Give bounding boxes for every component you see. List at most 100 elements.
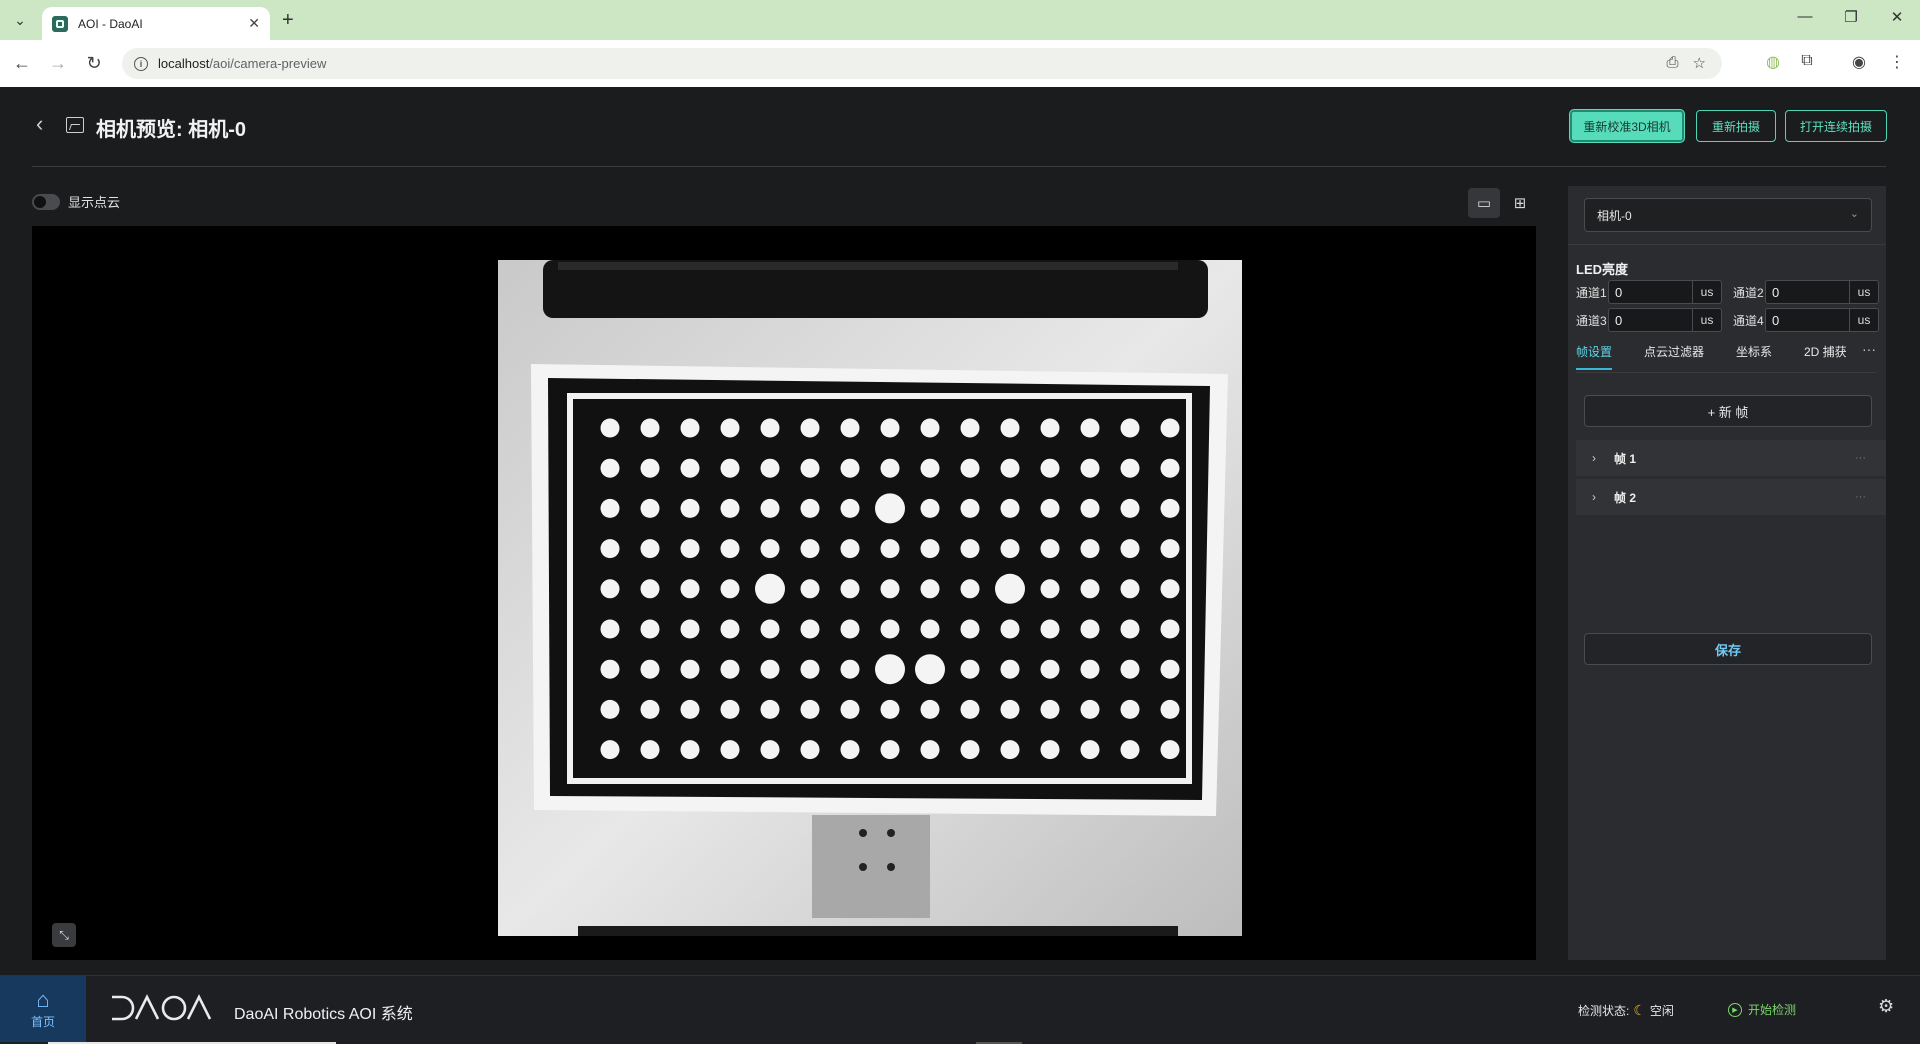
camera-select[interactable]: 相机-0 ⌄ [1584,198,1872,232]
extension-icon[interactable]: ◍ [1762,52,1784,72]
fullscreen-icon[interactable]: ⤡ [52,923,76,947]
recapture-button[interactable]: 重新拍摄 [1696,110,1776,142]
calibration-dot [600,579,620,599]
channel-1-input[interactable]: 0 [1608,280,1692,304]
start-detection-button[interactable]: ▶ 开始检测 [1728,1001,1796,1018]
calibration-dot [600,619,620,639]
back-arrow-icon[interactable]: ← [10,52,34,74]
calibration-dot [1080,619,1100,639]
tab-title: AOI - DaoAI [78,16,143,31]
calibration-dot [960,699,980,719]
browser-tab[interactable]: AOI - DaoAI ✕ [42,7,270,40]
calibration-dot [880,699,900,719]
led-brightness-title: LED亮度 [1576,262,1629,277]
install-app-icon[interactable]: ⎙ [1667,54,1679,72]
profile-icon[interactable]: ◉ [1848,52,1870,72]
window-close-icon[interactable]: ✕ [1882,8,1912,26]
calibration-dot [875,654,905,685]
reload-icon[interactable]: ↻ [82,52,106,74]
calibration-dot [1040,458,1060,478]
calibration-dot [720,498,740,518]
calibration-dot [800,659,820,679]
tab-frame-settings[interactable]: 帧设置 [1576,343,1613,370]
chevron-right-icon[interactable]: › [1582,490,1606,504]
tab-coordinate-system[interactable]: 坐标系 [1736,343,1772,368]
channel-2-input[interactable]: 0 [1765,280,1849,304]
calibration-dot [800,619,820,639]
chevron-right-icon[interactable]: › [1582,451,1606,465]
restore-icon[interactable]: ❐ [1836,8,1866,26]
calibration-dot [680,458,700,478]
calibration-dot [600,498,620,518]
tab-close-icon[interactable]: ✕ [248,15,260,32]
calibration-dot [840,498,860,518]
calibration-dot [760,740,780,760]
tab-search-icon[interactable]: ⌄ [8,8,32,32]
toggle-switch[interactable] [32,193,60,210]
tab-2d-capture[interactable]: 2D 捕获 [1804,343,1847,368]
gear-icon[interactable]: ⚙ [1878,996,1894,1017]
calibration-dot [880,418,900,438]
image-icon [66,117,84,133]
frame-row[interactable]: › 帧 1 ··· [1576,440,1886,476]
calibration-dot [1160,498,1180,518]
calibration-dot [1080,699,1100,719]
calibration-dot [1040,659,1060,679]
kebab-menu-icon[interactable]: ⋮ [1886,52,1908,72]
tab-point-cloud-filter[interactable]: 点云过滤器 [1644,343,1704,368]
calibration-dot [760,539,780,559]
calibration-dot [755,573,785,604]
status-value: 空闲 [1649,1004,1674,1018]
url-input[interactable]: i localhost/aoi/camera-preview ⎙ ☆ [122,48,1722,79]
calibration-dot [640,619,660,639]
channel-4: 通道4 0 us [1733,308,1879,332]
home-button[interactable]: ⌂ 首页 [0,976,86,1042]
camera-viewer[interactable]: ⤡ [32,226,1536,960]
new-tab-icon[interactable]: + [282,9,294,31]
more-tabs-icon[interactable]: ··· [1862,341,1876,357]
calibration-dot [1120,539,1140,559]
calibration-dot [600,418,620,438]
forward-arrow-icon[interactable]: → [46,52,70,74]
frame-row[interactable]: › 帧 2 ··· [1576,479,1886,515]
calibration-dot [640,458,660,478]
calibration-dot [1160,539,1180,559]
calibration-dots [600,418,1180,760]
add-frame-button[interactable]: + 新 帧 [1584,395,1872,427]
frame-more-icon[interactable]: ··· [1855,491,1866,503]
status-label: 检测状态: [1578,1004,1630,1018]
calibration-dot [1040,498,1060,518]
point-cloud-toggle[interactable]: 显示点云 [32,192,120,211]
calibration-dot [680,498,700,518]
calibration-dot [800,498,820,518]
channel-2: 通道2 0 us [1733,280,1879,304]
home-label: 首页 [30,1014,55,1029]
grid-view-icon[interactable]: ⊞ [1504,188,1536,218]
calibration-dot [1000,740,1020,760]
calibration-dot [800,699,820,719]
calibration-dot [760,699,780,719]
channel-3-input[interactable]: 0 [1608,308,1692,332]
calibration-dot [640,659,660,679]
browser-tab-strip: ⌄ AOI - DaoAI ✕ + — ❐ ✕ [0,0,1920,40]
calibration-dot [640,539,660,559]
minimize-icon[interactable]: — [1790,8,1820,25]
calibration-dot [640,699,660,719]
calibration-dot [640,740,660,760]
save-button[interactable]: 保存 [1584,633,1872,665]
recalibrate-3d-camera-button[interactable]: 重新校准3D相机 [1570,110,1684,142]
calibration-dot [600,699,620,719]
puzzle-icon[interactable]: ⧉ [1796,52,1818,70]
calibration-dot [960,418,980,438]
frame-more-icon[interactable]: ··· [1855,452,1866,464]
calibration-dot [800,740,820,760]
calibration-dot [1040,619,1060,639]
site-info-icon[interactable]: i [134,56,148,71]
calibration-dot [1160,740,1180,760]
calibration-dot [720,418,740,438]
single-view-icon[interactable]: ▭ [1468,188,1500,218]
channel-4-input[interactable]: 0 [1765,308,1849,332]
back-icon[interactable]: ‹ [36,111,43,137]
bookmark-star-icon[interactable]: ☆ [1693,54,1706,72]
continuous-capture-button[interactable]: 打开连续拍摄 [1785,110,1887,142]
